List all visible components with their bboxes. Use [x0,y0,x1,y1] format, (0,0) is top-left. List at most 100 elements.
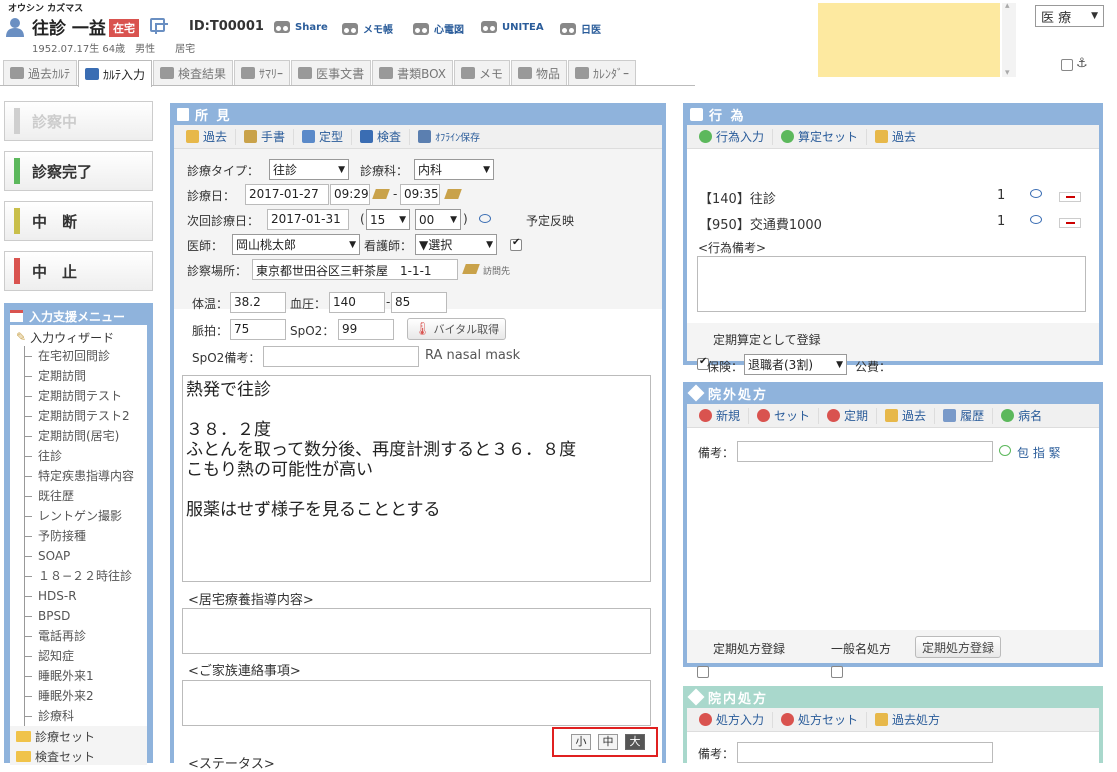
action-input-button[interactable]: 行為入力 [691,128,774,145]
visit-destination-link[interactable]: 訪問先 [483,264,510,277]
generic-name-checkbox[interactable] [830,665,843,678]
font-size-large-button[interactable]: 大 [625,734,645,750]
department-select[interactable]: 医 療 ▼ [1035,5,1104,27]
nurse-select[interactable]: ▼選択 ▼ [415,234,497,255]
home-care-textarea[interactable] [182,608,651,654]
doctor-select[interactable]: 岡山桃太郎 ▼ [232,234,360,255]
folder-consult-set[interactable]: 診療セット [10,726,147,746]
tab-medical-docs[interactable]: 医事文書 [291,60,372,85]
menu-item[interactable]: 予防接種 [16,526,147,546]
menu-item[interactable]: 定期訪問 [16,366,147,386]
tab-memo[interactable]: メモ [454,60,511,85]
calc-set-button[interactable]: 算定セット [773,128,868,145]
past-button[interactable]: 過去 [178,128,237,145]
temperature-input[interactable]: 38.2 [230,292,286,313]
template-button[interactable]: 定型 [294,128,353,145]
tab-calendar[interactable]: ｶﾚﾝﾀﾞｰ [568,60,637,85]
menu-item[interactable]: SOAP [16,546,147,566]
in-consultation-button[interactable]: 診察中 [4,101,153,141]
next-minute-select[interactable]: 00 ▼ [415,209,461,230]
menu-item[interactable]: 既往歴 [16,486,147,506]
bp-high-input[interactable]: 140 [329,292,385,313]
menu-item[interactable]: 定期訪問テスト2 [16,406,147,426]
rx-remarks-input[interactable] [737,441,993,462]
unitea-link[interactable]: UNITEA [481,21,544,33]
department-field[interactable]: 内科 ▼ [414,159,494,180]
comment-icon[interactable] [479,214,491,223]
remove-row-button[interactable] [1059,218,1081,228]
time-from-input[interactable]: 09:29 [330,184,370,205]
consultation-complete-button[interactable]: 診察完了 [4,151,153,191]
regular-rx-register-button[interactable]: 定期処方登録 [915,636,1002,658]
tab-goods[interactable]: 物品 [511,60,568,85]
action-remarks-textarea[interactable] [697,256,1086,312]
comment-icon[interactable] [1030,215,1042,224]
tab-chart-input[interactable]: ｶﾙﾃ入力 [78,60,153,87]
inside-rx-remarks-input[interactable] [737,742,993,763]
sticky-note[interactable] [818,3,1000,77]
menu-item[interactable]: 睡眠外来1 [16,666,147,686]
font-size-medium-button[interactable]: 中 [598,734,618,750]
suspend-button[interactable]: 中 断 [4,201,153,241]
share-link[interactable]: Share [274,21,328,33]
test-button[interactable]: 検査 [352,128,411,145]
spo2-note-input[interactable] [263,346,419,367]
inside-rx-set-button[interactable]: 処方セット [773,711,868,728]
bp-low-input[interactable]: 85 [391,292,447,313]
pulse-input[interactable]: 75 [230,319,286,340]
anchor-icon[interactable]: ⚓ [1076,56,1088,71]
rx-regular-button[interactable]: 定期 [819,407,878,424]
tab-doc-box[interactable]: 書類BOX [372,60,453,85]
findings-note-textarea[interactable]: 熱発で往診 ３８．２度 ふとんを取って数分後、再度計測すると３６．８度 こもり熱の可能… [182,375,651,582]
menu-item[interactable]: １８−２２時往診 [16,566,147,586]
font-size-small-button[interactable]: 小 [571,734,591,750]
comment-icon[interactable] [1030,189,1042,198]
vital-fetch-button[interactable]: 🌡 バイタル取得 [407,318,507,340]
menu-item[interactable]: レントゲン撮影 [16,506,147,526]
menu-item[interactable]: 特定疾患指導内容 [16,466,147,486]
next-hour-select[interactable]: 15 ▼ [366,209,410,230]
memo-link[interactable]: メモ帳 [342,21,393,36]
handwrite-button[interactable]: 手書 [236,128,295,145]
inside-rx-past-button[interactable]: 過去処方 [867,712,948,728]
rx-past-button[interactable]: 過去 [877,407,936,424]
insurance-select[interactable]: 退職者(3割) ▼ [744,354,847,375]
nichii-link[interactable]: 日医 [560,21,601,36]
place-input[interactable]: 東京都世田谷区三軒茶屋 1-1-1 [252,259,458,280]
family-contact-textarea[interactable] [182,680,651,726]
menu-item[interactable]: 電話再診 [16,626,147,646]
menu-item[interactable]: 睡眠外来2 [16,686,147,706]
action-past-button[interactable]: 過去 [867,129,924,145]
cancel-button[interactable]: 中 止 [4,251,153,291]
remove-row-button[interactable] [1059,192,1081,202]
menu-item[interactable]: 定期訪問(居宅) [16,426,147,446]
menu-item[interactable]: 在宅初回問診 [16,346,147,366]
menu-item[interactable]: BPSD [16,606,147,626]
folder-test-set[interactable]: 検査セット [10,746,147,765]
rx-set-button[interactable]: セット [749,407,820,424]
menu-item[interactable]: 定期訪問テスト [16,386,147,406]
spo2-input[interactable]: 99 [338,319,394,340]
consult-type-select[interactable]: 往診 ▼ [269,159,349,180]
menu-item[interactable]: 往診 [16,446,147,466]
inside-rx-input-button[interactable]: 処方入力 [691,711,774,728]
ecg-link[interactable]: 心電図 [413,21,464,36]
offline-save-button[interactable]: ｵﾌﾗｲﾝ保存 [410,129,488,145]
tab-summary[interactable]: ｻﾏﾘｰ [234,60,291,85]
header-checkbox[interactable] [1061,58,1073,71]
menu-item[interactable]: HDS-R [16,586,147,606]
next-date-input[interactable]: 2017-01-31 [267,209,349,230]
rx-history-button[interactable]: 履歴 [935,407,994,424]
reflect-schedule-checkbox[interactable] [510,237,522,251]
menu-item[interactable]: 認知症 [16,646,147,666]
consult-date-input[interactable]: 2017-01-27 [245,184,329,205]
tab-past-chart[interactable]: 過去ｶﾙﾃ [3,60,78,85]
time-to-input[interactable]: 09:35 [400,184,440,205]
search-icon[interactable] [999,445,1011,456]
rx-flags[interactable]: 包 指 緊 [1017,444,1061,461]
rx-new-button[interactable]: 新規 [691,407,750,424]
tab-test-results[interactable]: 検査結果 [153,60,234,85]
sticky-note-scrollbar[interactable] [1002,1,1016,78]
regular-rx-checkbox[interactable] [697,665,709,678]
rx-disease-button[interactable]: 病名 [993,408,1050,424]
